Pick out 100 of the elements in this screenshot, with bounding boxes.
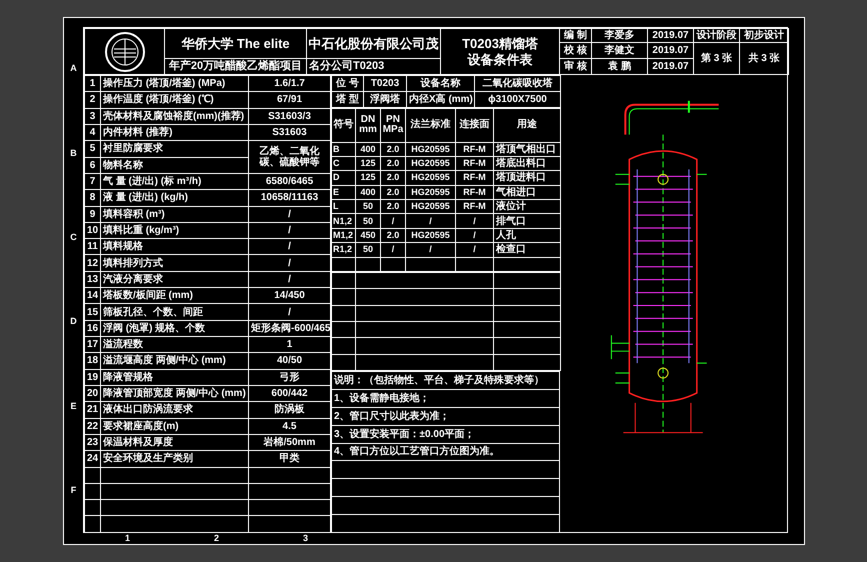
table-cell: RF-M bbox=[456, 156, 494, 171]
row-label: 溢流程数 bbox=[100, 336, 248, 353]
table-cell: ϕ3100X7500 bbox=[474, 92, 560, 108]
row-number: 3 bbox=[84, 108, 100, 124]
row-number: 14 bbox=[84, 288, 100, 304]
row-number: 16 bbox=[84, 320, 100, 336]
row-label: 物料名称 bbox=[100, 157, 248, 174]
row-number: 10 bbox=[84, 222, 100, 239]
row-label: 安全环境及生产类别 bbox=[100, 450, 248, 467]
table-cell: 塔顶气相出口 bbox=[494, 142, 560, 156]
table-cell: E bbox=[332, 185, 356, 200]
row-label: 操作压力 (塔顶/塔釜) (MPa) bbox=[100, 76, 248, 92]
row-label: 要求裙座高度(m) bbox=[100, 418, 248, 434]
table-cell: 125 bbox=[356, 156, 380, 171]
table-cell: 防涡板 bbox=[248, 402, 330, 418]
row-number: 21 bbox=[84, 402, 100, 418]
table-cell: RF-M bbox=[456, 142, 494, 156]
table-cell: 人孔 bbox=[494, 228, 560, 243]
column-header: 符号 bbox=[332, 108, 356, 142]
row-label: 填料比重 (kg/m³) bbox=[100, 222, 248, 239]
table-cell: 甲类 bbox=[248, 450, 330, 467]
table-cell: RF-M bbox=[456, 170, 494, 186]
table-cell: 50 bbox=[356, 242, 380, 258]
row-label: 塔板数/板间距 (mm) bbox=[100, 288, 248, 304]
table-cell: S31603 bbox=[248, 124, 330, 141]
table-cell: / bbox=[406, 242, 456, 258]
row-label: 液 量 (进/出) (kg/h) bbox=[100, 190, 248, 206]
row-number: 12 bbox=[84, 254, 100, 272]
row-number: 13 bbox=[84, 271, 100, 288]
table-cell: / bbox=[456, 214, 494, 228]
table-cell: R1,2 bbox=[332, 242, 356, 258]
signature-role: 编 制 bbox=[560, 28, 592, 42]
table-cell: 50 bbox=[356, 200, 380, 214]
table-cell: 液位计 bbox=[494, 200, 560, 214]
table-cell: D bbox=[332, 170, 356, 186]
row-label: 溢流堰高度 两侧/中心 (mm) bbox=[100, 352, 248, 370]
zone-letter: A bbox=[70, 62, 77, 76]
row-label: 填料排列方式 bbox=[100, 254, 248, 272]
table-cell: / bbox=[248, 254, 330, 272]
sheet-total: 共 3 张 bbox=[740, 42, 788, 74]
row-number: 17 bbox=[84, 336, 100, 353]
table-cell: M1,2 bbox=[332, 228, 356, 243]
table-cell: B bbox=[332, 142, 356, 156]
zone-letter: F bbox=[70, 484, 76, 498]
university-logo-icon bbox=[104, 30, 146, 72]
table-cell: 弓形 bbox=[248, 369, 330, 386]
table-cell: HG20595 bbox=[406, 156, 456, 171]
table-cell: RF-M bbox=[456, 200, 494, 214]
row-number: 22 bbox=[84, 418, 100, 434]
field-label: 内径X高 (mm) bbox=[406, 92, 474, 108]
field-label: 位 号 bbox=[332, 76, 364, 92]
table-cell: 2.0 bbox=[380, 156, 406, 171]
table-cell: 6580/6465 bbox=[248, 173, 330, 190]
table-cell: 4.5 bbox=[248, 418, 330, 434]
table-cell: S31603/3 bbox=[248, 108, 330, 124]
branch-name: 名分公司T0203 bbox=[306, 58, 440, 74]
table-cell: 2.0 bbox=[380, 228, 406, 243]
field-label: 设备名称 bbox=[406, 76, 474, 92]
table-cell: 14/450 bbox=[248, 288, 330, 304]
zone-letter: C bbox=[70, 231, 77, 244]
row-label: 填料规格 bbox=[100, 238, 248, 255]
row-label: 内件材料 (推荐) bbox=[100, 124, 248, 141]
table-cell: 450 bbox=[356, 228, 380, 243]
table-cell: 排气口 bbox=[494, 214, 560, 228]
table-cell: / bbox=[248, 238, 330, 255]
zone-number: 2 bbox=[212, 533, 220, 544]
row-label: 降液管顶部宽度 两侧/中心 (mm) bbox=[100, 385, 248, 402]
row-number: 2 bbox=[84, 92, 100, 108]
table-cell: HG20595 bbox=[406, 185, 456, 200]
table-cell: / bbox=[380, 214, 406, 228]
table-cell: 600/442 bbox=[248, 385, 330, 402]
table-cell: 400 bbox=[356, 142, 380, 156]
row-label: 浮阀 (泡罩) 规格、个数 bbox=[100, 320, 248, 336]
table-cell: 二氧化碳吸收塔 bbox=[474, 76, 560, 92]
table-cell: 气相进口 bbox=[494, 185, 560, 200]
signature-date: 2019.07 bbox=[648, 28, 694, 42]
table-cell: 塔顶进料口 bbox=[494, 170, 560, 186]
school-name: 华侨大学 The elite bbox=[164, 28, 306, 58]
table-cell: 2.0 bbox=[380, 170, 406, 186]
row-label: 操作温度 (塔顶/塔釜) (℃) bbox=[100, 92, 248, 108]
column-header: 连接面 bbox=[456, 108, 494, 142]
row-number: 1 bbox=[84, 76, 100, 92]
table-cell: 2.0 bbox=[380, 185, 406, 200]
table-cell: / bbox=[456, 242, 494, 258]
signer-name: 李爱多 bbox=[592, 28, 648, 42]
drawing-subtitle: 设备条件表 bbox=[466, 52, 534, 68]
table-cell: HG20595 bbox=[406, 142, 456, 156]
table-cell: 塔底出料口 bbox=[494, 156, 560, 171]
project-name: 年产20万吨醋酸乙烯酯项目 bbox=[164, 58, 306, 74]
zone-letter: E bbox=[70, 400, 76, 413]
sheet-number: 第 3 张 bbox=[694, 42, 740, 74]
signature-role: 审 核 bbox=[560, 58, 592, 74]
company-name: 中石化股份有限公司茂 bbox=[306, 28, 440, 58]
column-header: DN mm bbox=[356, 108, 380, 142]
signature-role: 校 核 bbox=[560, 42, 592, 58]
design-stage: 初步设计 bbox=[740, 28, 788, 42]
table-cell: 40/50 bbox=[248, 352, 330, 370]
table-cell: 1 bbox=[248, 336, 330, 353]
notes-title: 说明：（包括物性、平台、梯子及特殊要求等） bbox=[332, 372, 560, 390]
signer-name: 李健文 bbox=[592, 42, 648, 58]
